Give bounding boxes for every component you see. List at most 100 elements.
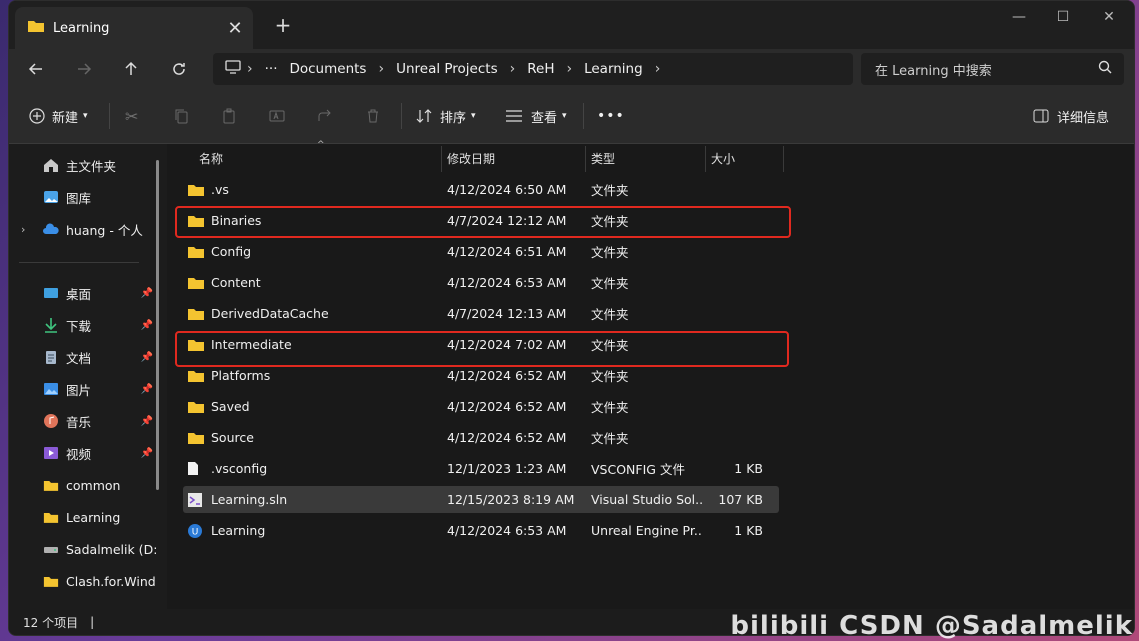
sidebar-item-onedrive[interactable]: huang - 个人 [9, 214, 159, 244]
chevron-right-icon[interactable]: › [649, 61, 667, 77]
file-name: Learning [211, 523, 266, 538]
column-header-size[interactable]: 大小 [711, 144, 735, 172]
file-type: 文件夹 [591, 400, 629, 415]
rename-button[interactable] [269, 101, 285, 131]
details-pane-icon [1033, 109, 1049, 123]
file-row[interactable]: DerivedDataCache 4/7/2024 12:13 AM 文件夹 [183, 300, 779, 327]
column-divider[interactable] [441, 146, 442, 172]
address-bar[interactable]: › ··· Documents › Unreal Projects › ReH … [213, 53, 853, 85]
pin-icon[interactable]: 📌 [141, 288, 153, 299]
file-name: DerivedDataCache [211, 306, 329, 321]
chevron-down-icon: ▾ [83, 111, 88, 121]
sidebar-item-label: 视频 [66, 446, 92, 462]
new-tab-button[interactable]: + [271, 13, 295, 37]
chevron-right-icon[interactable]: › [372, 61, 390, 77]
document-icon [42, 349, 60, 365]
file-type: 文件夹 [591, 307, 629, 322]
column-header-type[interactable]: 类型 [591, 144, 615, 172]
more-options-button[interactable]: ••• [597, 101, 625, 131]
maximize-button[interactable]: ☐ [1041, 7, 1085, 27]
sidebar-item-gallery[interactable]: 图库 [9, 182, 159, 212]
plus-circle-icon [29, 108, 45, 124]
up-button[interactable] [116, 55, 146, 83]
search-input[interactable]: 在 Learning 中搜索 [861, 53, 1124, 85]
breadcrumb-reh[interactable]: ReH [521, 61, 560, 77]
sidebar-item-desktop[interactable]: 桌面 📌 [9, 278, 159, 308]
copy-button[interactable] [173, 101, 189, 131]
column-divider[interactable] [585, 146, 586, 172]
details-button[interactable]: 详细信息 [1033, 101, 1109, 131]
sidebar-item-label: 下载 [66, 318, 92, 334]
cut-icon: ✂ [125, 106, 139, 126]
sidebar-item-music[interactable]: 音乐 📌 [9, 406, 159, 436]
this-pc-icon[interactable] [225, 60, 241, 78]
file-name: .vsconfig [211, 461, 268, 476]
scrollbar[interactable] [156, 160, 159, 490]
pictures-icon [42, 381, 60, 397]
sort-button[interactable]: 排序 ▾ [415, 101, 476, 131]
breadcrumb-learning[interactable]: Learning [578, 61, 649, 77]
search-icon [1098, 60, 1112, 78]
share-button[interactable] [317, 101, 333, 131]
close-window-button[interactable]: ✕ [1087, 7, 1131, 27]
forward-button[interactable] [69, 55, 99, 83]
search-placeholder: 在 Learning 中搜索 [875, 63, 992, 79]
file-row[interactable]: .vsconfig 12/1/2023 1:23 AM VSCONFIG 文件 1 K… [183, 455, 779, 482]
column-divider[interactable] [783, 146, 784, 172]
file-type: Unreal Engine Pr... [591, 523, 703, 538]
file-row[interactable]: .vs 4/12/2024 6:50 AM 文件夹 [183, 176, 779, 203]
file-row[interactable]: Config 4/12/2024 6:51 AM 文件夹 [183, 238, 779, 265]
view-button[interactable]: 查看 ▾ [505, 101, 567, 131]
pin-icon[interactable]: 📌 [141, 416, 153, 427]
tab-learning[interactable]: Learning ✕ [15, 7, 253, 49]
chevron-right-icon[interactable]: › [241, 61, 259, 77]
pin-icon[interactable]: 📌 [141, 320, 153, 331]
sidebar-item-common[interactable]: common [9, 470, 159, 500]
column-header-date[interactable]: 修改日期 [447, 144, 495, 172]
sidebar-item-home[interactable]: 主文件夹 [9, 150, 159, 180]
paste-button[interactable] [221, 101, 237, 131]
sidebar-item-label: huang - 个人 [66, 222, 143, 238]
folder-icon [42, 477, 60, 493]
delete-button[interactable] [365, 101, 381, 131]
minimize-button[interactable]: — [997, 7, 1041, 27]
pin-icon[interactable]: 📌 [141, 448, 153, 459]
file-row[interactable]: Learning.sln 12/15/2023 8:19 AM Visual Stu… [183, 486, 779, 513]
close-tab-icon[interactable]: ✕ [221, 18, 249, 39]
file-date: 4/12/2024 6:52 AM [447, 430, 567, 445]
divider [19, 262, 139, 263]
sidebar-item-documents[interactable]: 文档 📌 [9, 342, 159, 372]
column-divider[interactable] [705, 146, 706, 172]
breadcrumb-documents[interactable]: Documents [283, 61, 372, 77]
file-row[interactable]: U Learning 4/12/2024 6:53 AM Unreal Engine … [183, 517, 779, 544]
file-row[interactable]: Saved 4/12/2024 6:52 AM 文件夹 [183, 393, 779, 420]
column-header-name[interactable]: 名称 [199, 144, 223, 172]
file-type: VSCONFIG 文件 [591, 462, 685, 477]
sidebar-item-pictures[interactable]: 图片 📌 [9, 374, 159, 404]
file-row[interactable]: Source 4/12/2024 6:52 AM 文件夹 [183, 424, 779, 451]
cut-button[interactable]: ✂ [125, 101, 138, 131]
pin-icon[interactable]: 📌 [141, 352, 153, 363]
breadcrumb-more[interactable]: ··· [259, 61, 284, 77]
sidebar-item-learning[interactable]: Learning [9, 502, 159, 532]
pin-icon[interactable]: 📌 [141, 384, 153, 395]
sidebar-item-videos[interactable]: 视频 📌 [9, 438, 159, 468]
tab-label: Learning [53, 20, 110, 36]
sidebar-item-downloads[interactable]: 下载 📌 [9, 310, 159, 340]
sidebar-item-clash[interactable]: Clash.for.Wind [9, 566, 159, 596]
file-name: Source [211, 430, 254, 445]
breadcrumb-unreal-projects[interactable]: Unreal Projects [390, 61, 504, 77]
refresh-button[interactable] [164, 55, 194, 83]
sidebar-item-drive-d[interactable]: Sadalmelik (D: [9, 534, 159, 564]
divider [401, 103, 402, 129]
chevron-right-icon[interactable]: › [504, 61, 522, 77]
sort-label: 排序 [440, 110, 467, 126]
new-button[interactable]: 新建 ▾ [29, 101, 88, 131]
back-button[interactable] [21, 55, 51, 83]
share-icon [318, 109, 331, 121]
file-row[interactable]: Content 4/12/2024 6:53 AM 文件夹 [183, 269, 779, 296]
visual-studio-icon [187, 492, 205, 508]
chevron-right-icon[interactable]: › [560, 61, 578, 77]
unreal-engine-icon: U [187, 523, 205, 539]
command-bar: 新建 ▾ ✂ 排序 ▾ 查看 ▾ ••• 详细信息 [9, 89, 1134, 144]
